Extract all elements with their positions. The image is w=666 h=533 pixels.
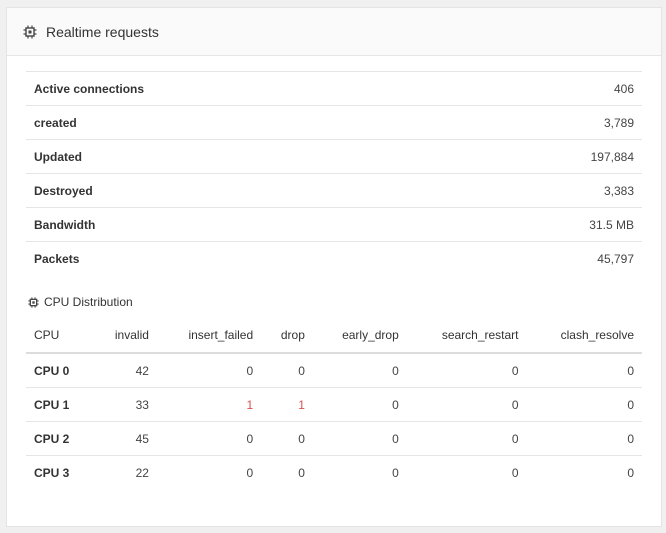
stats-row: Active connections 406: [26, 71, 642, 106]
table-cell: 42: [135, 363, 149, 378]
table-cell: 22: [92, 455, 157, 489]
stat-value: 31.5 MB: [589, 217, 634, 232]
table-row: CPU 2 45 0 0 0 0 0: [26, 421, 642, 456]
stats-table: Active connections 406 created 3,789 Updated…: [26, 71, 642, 276]
cpu-name-cell: CPU 2: [26, 421, 93, 456]
table-cell: 0: [406, 421, 527, 456]
panel-header: Realtime requests: [7, 8, 661, 56]
table-cell: 1: [261, 387, 313, 422]
column-header: CPU: [26, 318, 93, 354]
table-row: CPU 1 33 1 1 0 0 0: [26, 387, 642, 422]
table-cell: 0: [261, 455, 313, 489]
table-cell: 0: [312, 455, 407, 489]
table-cell: 0: [526, 455, 642, 489]
table-cell: 0: [156, 455, 262, 489]
stats-row: Updated 197,884: [26, 139, 642, 174]
table-cell: 0: [246, 363, 254, 378]
stat-label: Updated: [34, 149, 82, 164]
stats-row: created 3,789: [26, 105, 642, 140]
column-header: insert_failed: [156, 318, 262, 354]
stat-value: 45,797: [597, 251, 634, 266]
table-cell: 0: [312, 421, 407, 456]
column-header: clash_resolve: [526, 318, 642, 354]
realtime-requests-panel: Realtime requests Active connections 406 c…: [6, 7, 662, 527]
column-header: invalid: [92, 318, 157, 354]
table-cell: 0: [511, 363, 519, 378]
stat-label: Active connections: [34, 81, 145, 96]
stat-value: 3,383: [603, 183, 634, 198]
stat-label: Bandwidth: [34, 217, 96, 232]
stats-row: Packets 45,797: [26, 241, 642, 276]
stat-label: created: [34, 115, 77, 130]
cpu-table-header: CPU invalid insert_failed drop early_drop sea…: [26, 318, 642, 354]
stat-value: 406: [613, 81, 634, 96]
stat-label: Packets: [34, 251, 80, 266]
table-cell: 0: [261, 421, 313, 456]
cpu-name-cell: CPU 1: [26, 387, 93, 422]
stats-row: Destroyed 3,383: [26, 173, 642, 208]
table-cell: 0: [526, 387, 642, 422]
cpu-name-cell: CPU 3: [26, 455, 93, 489]
cpu-name-cell: CPU 0: [34, 363, 70, 378]
chip-icon: [28, 296, 39, 308]
stat-value: 197,884: [590, 149, 634, 164]
table-row: CPU 3 22 0 0 0 0 0: [26, 455, 642, 489]
table-cell: 0: [526, 421, 642, 456]
cpu-distribution-table: CPU invalid insert_failed drop early_drop sea…: [26, 318, 642, 489]
table-cell: 0: [156, 421, 262, 456]
cpu-distribution-heading: CPU Distribution: [28, 295, 133, 309]
column-header: drop: [261, 318, 313, 354]
table-row: CPU 0 42 0 0 0 0 0: [26, 353, 642, 388]
table-cell: 0: [406, 387, 527, 422]
stats-row: Bandwidth 31.5 MB: [26, 207, 642, 242]
column-header: early_drop: [312, 318, 407, 354]
column-header: search_restart: [406, 318, 527, 354]
stat-value: 3,789: [603, 115, 634, 130]
stat-label: Destroyed: [34, 183, 93, 198]
table-cell: 33: [92, 387, 157, 422]
cpu-distribution-title: CPU Distribution: [44, 295, 133, 309]
table-cell: 45: [92, 421, 157, 456]
table-cell: 1: [156, 387, 262, 422]
table-cell: 0: [298, 363, 305, 378]
table-cell: 0: [312, 387, 407, 422]
panel-title: Realtime requests: [46, 23, 159, 40]
table-cell: 0: [392, 363, 399, 378]
table-cell: 0: [627, 363, 634, 378]
chip-icon: [23, 25, 37, 39]
table-cell: 0: [406, 455, 527, 489]
